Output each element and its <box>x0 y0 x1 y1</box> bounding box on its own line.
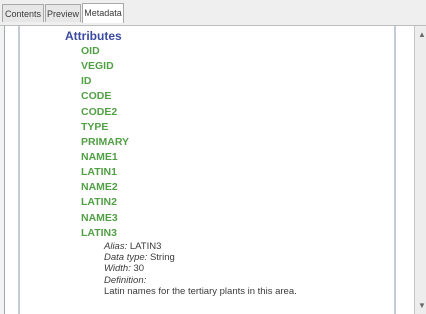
alias-label: Alias: <box>104 241 128 252</box>
attribute-item[interactable]: OID <box>81 44 129 59</box>
attribute-item[interactable]: VEGID <box>81 59 129 74</box>
data-type-value: String <box>149 252 175 264</box>
attribute-item[interactable]: TYPE <box>81 120 129 135</box>
arccatalog-window: Contents Preview Metadata ▲ ▼ Attributes… <box>0 0 426 314</box>
attribute-item[interactable]: PRIMARY <box>81 135 129 150</box>
attribute-item[interactable]: CODE <box>81 89 129 104</box>
width-value: 30 <box>133 263 145 275</box>
attributes-heading[interactable]: Attributes <box>65 29 122 43</box>
attribute-item[interactable]: NAME1 <box>81 150 129 165</box>
attribute-list: OID VEGID ID CODE CODE2 TYPE PRIMARY NAM… <box>81 44 129 241</box>
scroll-up-arrow-icon[interactable]: ▲ <box>418 30 426 39</box>
attribute-item-expanded[interactable]: LATIN3 <box>81 226 129 241</box>
attribute-item[interactable]: LATIN2 <box>81 195 129 210</box>
scroll-down-arrow-icon[interactable]: ▼ <box>418 301 426 310</box>
attribute-item[interactable]: LATIN1 <box>81 165 129 180</box>
definition-label: Definition: <box>104 274 147 286</box>
left-divider <box>18 26 20 314</box>
alias-value: LATIN3 <box>129 241 162 252</box>
definition-text: Latin names for the tertiary plants in t… <box>104 285 297 297</box>
attribute-item[interactable]: CODE2 <box>81 105 129 120</box>
tab-preview[interactable]: Preview <box>45 4 81 22</box>
attribute-item[interactable]: NAME2 <box>81 180 129 195</box>
attribute-details: Alias: LATIN3 Data type: String Width: 3… <box>104 241 297 297</box>
tab-metadata[interactable]: Metadata <box>82 3 124 23</box>
tab-bar: Contents Preview Metadata <box>0 0 426 26</box>
width-row: Width: 30 <box>104 263 297 274</box>
right-divider <box>394 26 396 314</box>
attribute-item[interactable]: ID <box>81 74 129 89</box>
width-label: Width: <box>104 263 131 275</box>
data-type-row: Data type: String <box>104 252 297 263</box>
attribute-item[interactable]: NAME3 <box>81 211 129 226</box>
alias-row: Alias: LATIN3 <box>104 241 297 252</box>
vertical-scrollbar[interactable]: ▲ ▼ <box>414 26 426 314</box>
tab-contents[interactable]: Contents <box>2 4 44 22</box>
data-type-label: Data type: <box>104 252 148 264</box>
